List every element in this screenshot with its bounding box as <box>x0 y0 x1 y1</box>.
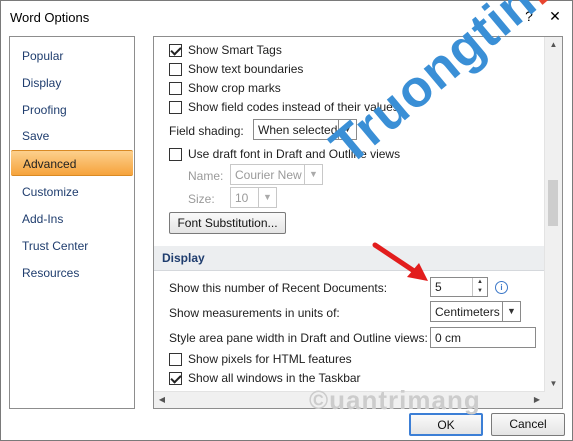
show-smart-tags-checkbox[interactable] <box>169 44 182 57</box>
sidebar-item-resources[interactable]: Resources <box>10 260 134 286</box>
sidebar-item-popular[interactable]: Popular <box>10 43 134 69</box>
show-smart-tags-label: Show Smart Tags <box>188 43 282 57</box>
style-area-label: Style area pane width in Draft and Outli… <box>169 331 428 345</box>
style-area-input[interactable]: 0 cm <box>430 327 536 348</box>
show-field-codes-checkbox[interactable] <box>169 101 182 114</box>
options-scroll-area: Show Smart Tags Show text boundaries Sho… <box>154 37 544 392</box>
option-show-crop-marks[interactable]: Show crop marks <box>154 79 544 97</box>
option-show-all-windows[interactable]: Show all windows in the Taskbar <box>154 369 544 387</box>
option-use-draft-font[interactable]: Use draft font in Draft and Outline view… <box>154 145 544 163</box>
chevron-down-icon: ▼ <box>258 188 276 207</box>
show-pixels-checkbox[interactable] <box>169 353 182 366</box>
use-draft-font-label: Use draft font in Draft and Outline view… <box>188 147 401 161</box>
chevron-down-icon: ▼ <box>304 165 322 184</box>
recent-docs-value: 5 <box>435 280 442 294</box>
show-text-boundaries-checkbox[interactable] <box>169 63 182 76</box>
cancel-button[interactable]: Cancel <box>491 413 565 436</box>
field-shading-select[interactable]: When selected ▼ <box>253 119 357 140</box>
recent-docs-spinner[interactable]: 5 ▲ ▼ <box>430 277 488 297</box>
horizontal-scrollbar[interactable]: ◀ ▶ <box>154 391 545 408</box>
vertical-scrollbar[interactable]: ▲ ▼ <box>544 37 562 392</box>
show-all-windows-checkbox[interactable] <box>169 372 182 385</box>
use-draft-font-checkbox[interactable] <box>169 148 182 161</box>
field-shading-value: When selected <box>258 123 338 137</box>
show-crop-marks-checkbox[interactable] <box>169 82 182 95</box>
sidebar-item-display[interactable]: Display <box>10 70 134 96</box>
scroll-left-icon[interactable]: ◀ <box>154 392 170 408</box>
font-size-select[interactable]: 10 ▼ <box>230 187 277 208</box>
sidebar-item-advanced[interactable]: Advanced <box>11 150 133 176</box>
show-all-windows-label: Show all windows in the Taskbar <box>188 371 361 385</box>
measurements-select[interactable]: Centimeters ▼ <box>430 301 521 322</box>
font-name-value: Courier New <box>235 168 302 182</box>
help-button[interactable]: ? <box>518 5 540 27</box>
sidebar-item-add-ins[interactable]: Add-Ins <box>10 206 134 232</box>
option-show-field-codes[interactable]: Show field codes instead of their values <box>154 98 544 116</box>
scrollbar-corner <box>545 392 562 408</box>
measurements-label: Show measurements in units of: <box>169 306 340 320</box>
font-size-value: 10 <box>235 191 249 205</box>
sidebar-item-save[interactable]: Save <box>10 123 134 149</box>
measurements-value: Centimeters <box>435 305 500 319</box>
option-show-pixels[interactable]: Show pixels for HTML features <box>154 350 544 368</box>
scroll-right-icon[interactable]: ▶ <box>529 392 545 408</box>
info-icon[interactable]: i <box>495 281 508 294</box>
option-show-text-boundaries[interactable]: Show text boundaries <box>154 60 544 78</box>
options-sidebar: Popular Display Proofing Save Advanced C… <box>9 36 135 409</box>
chevron-down-icon: ▼ <box>338 120 356 139</box>
word-options-dialog: Word Options ? ✕ Popular Display Proofin… <box>0 0 573 441</box>
spin-up-icon[interactable]: ▲ <box>473 278 487 287</box>
font-name-select[interactable]: Courier New ▼ <box>230 164 323 185</box>
vertical-scroll-thumb[interactable] <box>548 180 558 226</box>
spin-down-icon[interactable]: ▼ <box>473 287 487 296</box>
chevron-down-icon: ▼ <box>502 302 520 321</box>
sidebar-item-trust-center[interactable]: Trust Center <box>10 233 134 259</box>
dialog-title: Word Options <box>10 10 90 25</box>
font-name-label: Name: <box>188 169 224 183</box>
display-section-title: Display <box>162 251 205 265</box>
style-area-value: 0 cm <box>435 331 462 345</box>
show-pixels-label: Show pixels for HTML features <box>188 352 352 366</box>
close-button[interactable]: ✕ <box>544 5 566 27</box>
field-shading-label: Field shading: <box>169 124 244 138</box>
display-section-header: Display <box>154 246 544 271</box>
red-arrow-icon <box>372 242 428 281</box>
sidebar-item-proofing[interactable]: Proofing <box>10 97 134 123</box>
show-field-codes-label: Show field codes instead of their values <box>188 100 399 114</box>
scroll-up-icon[interactable]: ▲ <box>545 37 562 53</box>
font-size-label: Size: <box>188 192 215 206</box>
show-text-boundaries-label: Show text boundaries <box>188 62 304 76</box>
show-crop-marks-label: Show crop marks <box>188 81 281 95</box>
sidebar-item-customize[interactable]: Customize <box>10 179 134 205</box>
ok-button[interactable]: OK <box>409 413 483 436</box>
recent-docs-label: Show this number of Recent Documents: <box>169 281 388 295</box>
advanced-options-panel: Show Smart Tags Show text boundaries Sho… <box>153 36 563 409</box>
font-substitution-button[interactable]: Font Substitution... <box>169 212 286 234</box>
option-show-smart-tags[interactable]: Show Smart Tags <box>154 41 544 59</box>
scroll-down-icon[interactable]: ▼ <box>545 376 562 392</box>
